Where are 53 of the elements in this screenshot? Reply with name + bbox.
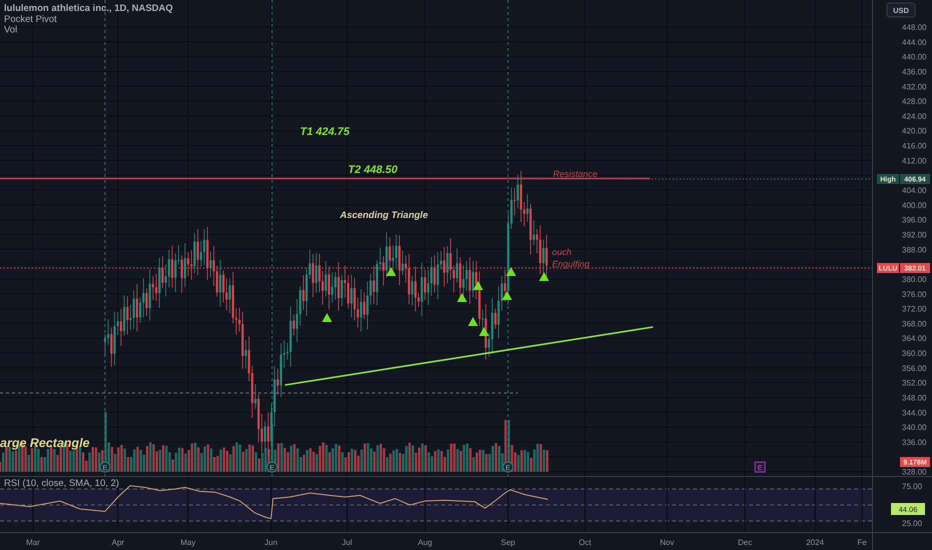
time-label: Oct xyxy=(578,538,592,547)
price-label: 336.00 xyxy=(902,438,926,447)
price-label: 428.00 xyxy=(902,97,926,106)
time-label: Apr xyxy=(112,538,124,547)
price-label: 432.00 xyxy=(902,82,926,92)
price-label: 380.00 xyxy=(902,274,926,284)
price-label: 328.00 xyxy=(902,468,926,476)
indicator-label: Pocket Pivot xyxy=(4,14,57,25)
chart-annotation: arge Rectangle xyxy=(0,436,90,450)
chart-annotation: ouch xyxy=(552,247,572,257)
indicator-label: Vol xyxy=(4,24,18,36)
price-label: 412.00 xyxy=(902,156,926,166)
price-label: 360.00 xyxy=(902,349,926,358)
time-label: Aug xyxy=(418,538,432,547)
price-label: 340.00 xyxy=(902,423,926,432)
price-label: 440.00 xyxy=(902,52,926,62)
chart-annotation: Resistance xyxy=(553,169,598,179)
chart-annotation: T2 448.50 xyxy=(348,164,398,176)
price-label: 404.00 xyxy=(902,186,926,196)
price-label: 424.00 xyxy=(902,112,926,121)
time-label: May xyxy=(180,538,196,547)
time-label: Mar xyxy=(26,538,40,547)
rsi-axis-label: 75.00 xyxy=(902,482,922,491)
price-label: 436.00 xyxy=(902,67,926,76)
price-label: 344.00 xyxy=(902,408,926,418)
chart-annotation: Ascending Triangle xyxy=(340,210,428,221)
time-label: Jul xyxy=(342,538,352,547)
time-label: Sep xyxy=(500,538,516,547)
time-label: Fe xyxy=(857,538,867,547)
price-label: 444.00 xyxy=(902,38,926,47)
time-label: Nov xyxy=(660,538,674,547)
price-label: 356.00 xyxy=(902,364,926,373)
time-label: Jun xyxy=(264,538,278,547)
rsi-legend: RSI (10, close, SMA, 10, 2) xyxy=(4,478,120,489)
chart-annotation: T1 424.75 xyxy=(300,126,350,138)
price-label: 448.00 xyxy=(902,23,926,32)
rsi-axis-label: 25.00 xyxy=(902,519,922,528)
time-label: 2024 xyxy=(806,538,824,547)
price-label: 348.00 xyxy=(902,394,926,402)
price-label: 420.00 xyxy=(902,126,926,136)
price-label: 392.00 xyxy=(902,230,926,240)
price-label: 400.00 xyxy=(902,200,926,210)
price-label: 376.00 xyxy=(902,290,926,299)
time-label: Dec xyxy=(738,538,752,547)
price-label: 368.00 xyxy=(902,319,926,328)
chart-annotation: Engulfing xyxy=(552,259,590,269)
price-label: 364.00 xyxy=(902,334,926,344)
symbol-title: lululemon athletica inc., 1D, NASDAQ xyxy=(4,3,173,14)
price-label: 388.00 xyxy=(902,245,926,254)
price-label: 372.00 xyxy=(902,304,926,314)
price-label: 396.00 xyxy=(902,216,926,225)
price-label: 352.00 xyxy=(902,378,926,388)
price-label: 416.00 xyxy=(902,142,926,151)
